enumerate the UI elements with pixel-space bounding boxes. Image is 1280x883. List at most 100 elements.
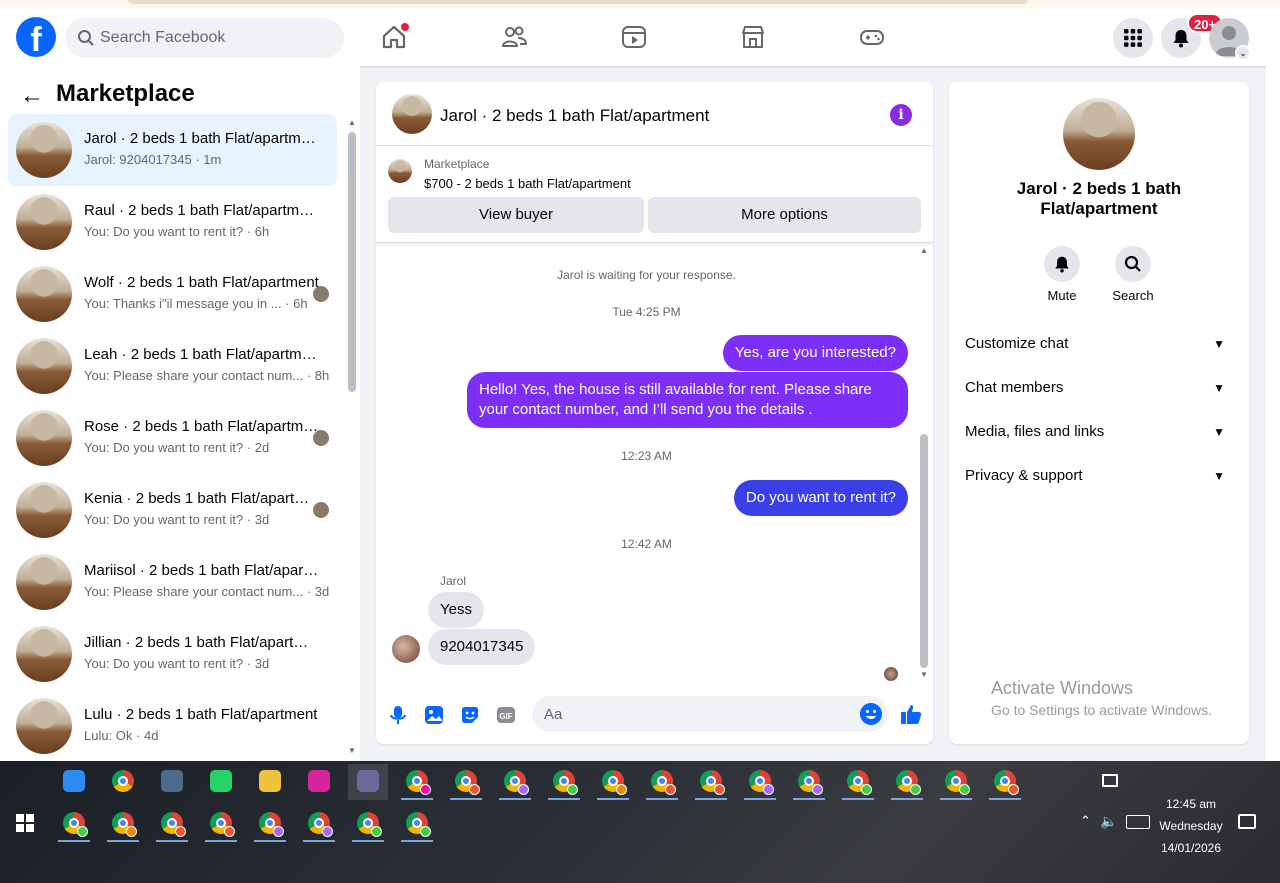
sender-avatar[interactable] [392,635,420,663]
chat-title[interactable]: Jarol · 2 beds 1 bath Flat/apartment [440,106,709,126]
listing-small-thumbnail [388,159,412,183]
incoming-message[interactable]: 9204017345 [428,629,536,665]
scroll-up-arrow-icon[interactable]: ▲ [348,118,356,127]
message-input[interactable]: Aa [532,696,888,732]
chrome-profile-icon[interactable] [201,806,241,842]
conversation-item[interactable]: Wolf · 2 beds 1 bath Flat/apartment You: … [8,258,337,330]
conversation-item[interactable]: Mariisol · 2 beds 1 bath Flat/apartment Y… [8,546,337,618]
instagram-icon[interactable] [299,764,339,800]
friends-icon[interactable] [500,23,528,51]
conversation-item[interactable]: Rose · 2 beds 1 bath Flat/apartment You: … [8,402,337,474]
chrome-profile-icon[interactable] [985,764,1025,800]
listing-avatar[interactable] [1063,98,1135,170]
microphone-icon[interactable] [387,704,409,726]
details-section-row[interactable]: Chat members ▼ [965,366,1233,410]
chrome-profile-icon[interactable] [544,764,584,800]
outgoing-message[interactable]: Do you want to rent it? [733,480,908,516]
chrome-profile-icon[interactable] [299,806,339,842]
chrome-profile-icon[interactable] [936,764,976,800]
chrome-profile-icon[interactable] [887,764,927,800]
conversation-name: Rose · 2 beds 1 bath Flat/apartment [84,418,319,435]
conversation-preview: Jarol: 9204017345 · 1m [84,152,222,167]
scroll-down-arrow-icon[interactable]: ▼ [920,670,928,679]
details-section-row[interactable]: Customize chat ▼ [965,322,1233,366]
scroll-down-arrow-icon[interactable]: ▼ [348,746,356,755]
desktop-icon[interactable] [1102,774,1118,787]
chrome-icon[interactable] [103,764,143,800]
search-input[interactable]: Search Facebook [65,18,344,58]
listing-price[interactable]: $700 - 2 beds 1 bath Flat/apartment [424,176,631,191]
chrome-profile-icon[interactable] [691,764,731,800]
message-scrollbar[interactable]: ▲ ▼ [917,244,931,684]
emoji-icon[interactable] [860,703,882,725]
outgoing-message[interactable]: Yes, are you interested? [722,335,908,371]
chrome-profile-icon[interactable] [54,806,94,842]
conversation-item[interactable]: Kenia · 2 beds 1 bath Flat/apartment You:… [8,474,337,546]
chrome-profile-icon[interactable] [103,806,143,842]
scroll-thumb[interactable] [348,132,356,392]
conversation-item[interactable]: Raul · 2 beds 1 bath Flat/apartment You: … [8,186,337,258]
gaming-icon[interactable] [858,23,886,51]
chrome-profile-icon[interactable] [152,806,192,842]
chrome-profile-icon[interactable] [348,806,388,842]
view-buyer-button[interactable]: View buyer [388,197,644,233]
file-explorer-icon[interactable] [250,764,290,800]
message-list: Jarol is waiting for your response. Tue … [376,244,933,684]
chevron-down-icon[interactable]: ⌄ [1235,45,1251,61]
chrome-profile-icon[interactable] [495,764,535,800]
chrome-profile-icon[interactable] [740,764,780,800]
chrome-profile-icon[interactable] [250,806,290,842]
facebook-logo-icon[interactable]: f [16,17,56,57]
chevron-up-icon[interactable]: ⌃ [1080,813,1091,829]
scroll-thumb[interactable] [920,434,928,668]
chrome-profile-icon[interactable] [397,806,437,842]
conversation-name: Wolf · 2 beds 1 bath Flat/apartment [84,274,319,291]
conversation-thumbnail [16,626,72,682]
windows-start-icon[interactable] [16,814,34,832]
conversation-thumbnail [16,122,72,178]
mute-button[interactable]: Mute [1032,246,1092,303]
whatsapp-icon[interactable] [201,764,241,800]
gif-icon[interactable]: GIF [495,704,517,726]
chrome-profile-icon[interactable] [593,764,633,800]
details-section-row[interactable]: Privacy & support ▼ [965,454,1233,498]
like-thumbs-up-icon[interactable] [899,702,923,726]
page-scrollbar[interactable] [1266,8,1280,761]
app-icon[interactable] [348,764,388,800]
menu-grid-icon[interactable] [1113,18,1153,58]
conversation-item[interactable]: Jarol · 2 beds 1 bath Flat/apartment Jaro… [8,114,337,186]
conversation-list-scrollbar[interactable]: ▲ ▼ [346,116,358,756]
conversation-item[interactable]: Lulu · 2 beds 1 bath Flat/apartment Lulu:… [8,690,337,762]
listing-thumbnail[interactable] [392,94,432,134]
chrome-profile-icon[interactable] [838,764,878,800]
keyboard-icon[interactable] [1126,815,1150,829]
back-arrow-icon[interactable]: ← [20,82,44,110]
video-icon[interactable] [620,23,648,51]
calculator-icon[interactable] [152,764,192,800]
photo-icon[interactable] [423,704,445,726]
conversation-thumbnail [16,698,72,754]
activate-windows-title: Activate Windows [991,678,1134,698]
marketplace-icon[interactable] [739,23,767,51]
scroll-up-arrow-icon[interactable]: ▲ [920,246,928,255]
conversation-item[interactable]: Jillian · 2 beds 1 bath Flat/apartment Yo… [8,618,337,690]
volume-icon[interactable]: 🔈 [1100,813,1117,830]
home-icon[interactable] [380,23,409,51]
outgoing-message[interactable]: Hello! Yes, the house is still available… [467,372,908,428]
chrome-profile-icon[interactable] [446,764,486,800]
search-chat-button[interactable]: Search [1103,246,1163,303]
details-section-row[interactable]: Media, files and links ▼ [965,410,1233,454]
marketplace-label: Marketplace [424,157,490,171]
system-clock[interactable]: 12:45 am Wednesday 14/01/2026 [1150,793,1232,859]
chrome-profile-icon[interactable] [789,764,829,800]
more-options-button[interactable]: More options [648,197,921,233]
conversation-preview: You: Please share your contact num... · … [84,584,330,599]
incoming-message[interactable]: Yess [428,592,484,628]
notifications-center-icon[interactable] [1238,814,1256,829]
chrome-profile-icon[interactable] [397,764,437,800]
info-icon[interactable]: i [890,104,912,126]
chrome-profile-icon[interactable] [642,764,682,800]
app-icon[interactable] [54,764,94,800]
sticker-icon[interactable] [459,704,481,726]
conversation-item[interactable]: Leah · 2 beds 1 bath Flat/apartment You: … [8,330,337,402]
